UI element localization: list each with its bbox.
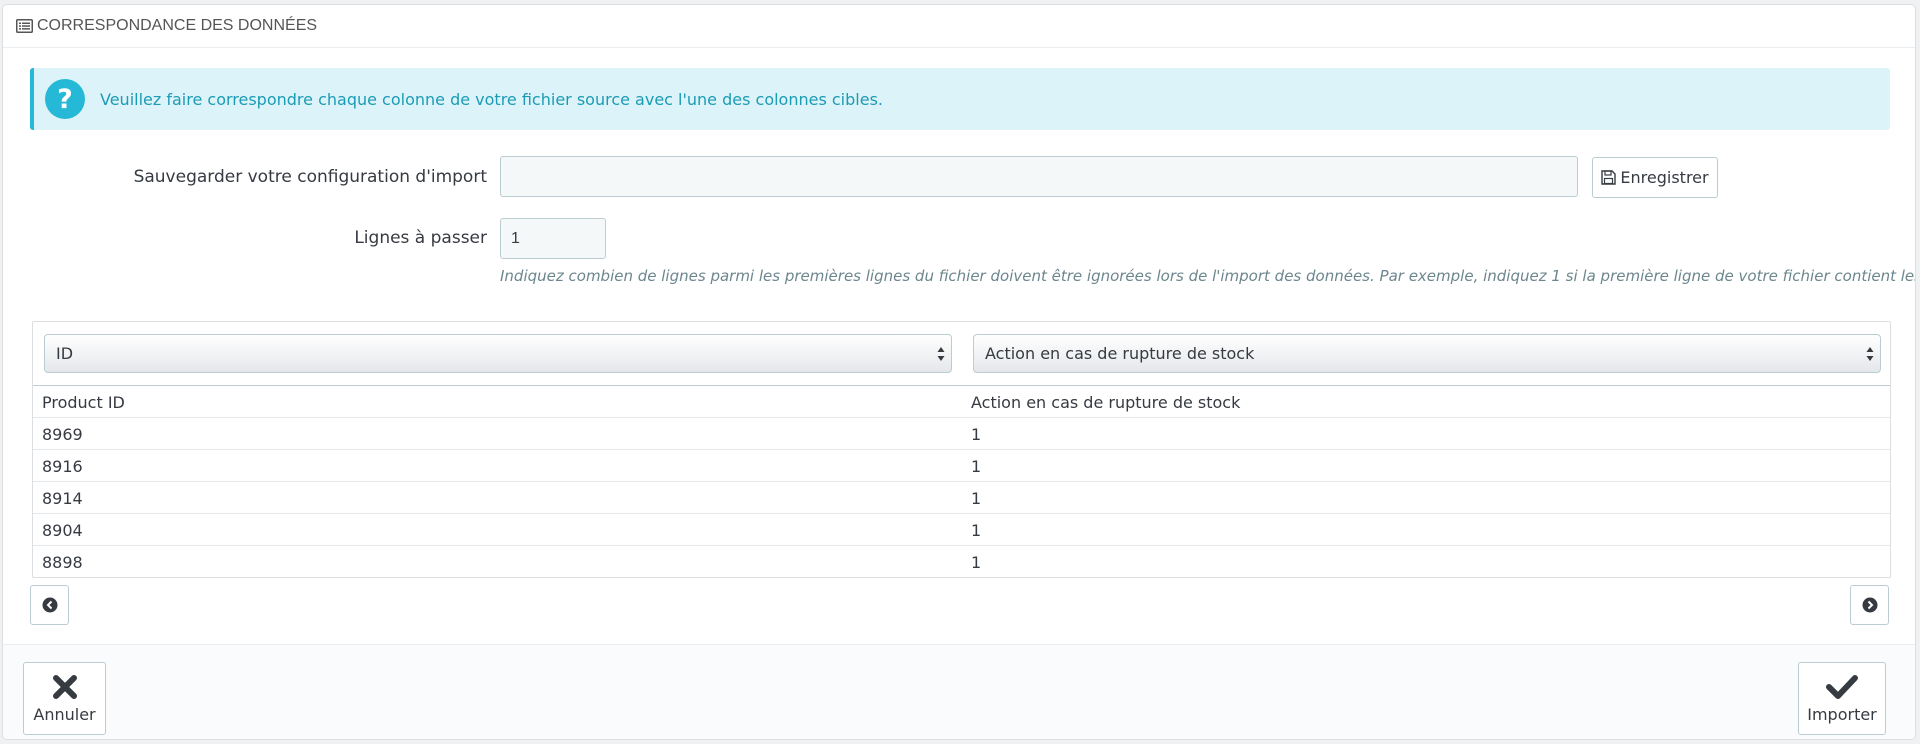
column-select-1[interactable]: ID	[44, 334, 952, 373]
cancel-label: Annuler	[33, 705, 96, 724]
column-select-1-value: ID	[56, 344, 74, 363]
config-name-input[interactable]	[500, 156, 1578, 197]
question-icon: ?	[45, 79, 85, 119]
save-config-button[interactable]: Enregistrer	[1592, 157, 1718, 198]
import-button[interactable]: Importer	[1798, 662, 1886, 735]
config-label: Sauvegarder votre configuration d'import	[133, 167, 487, 187]
panel-footer: Annuler Importer	[3, 644, 1915, 739]
column-select-2[interactable]: Action en cas de rupture de stock	[973, 334, 1881, 373]
table-row: 8969 1	[33, 418, 1890, 450]
column-select-2-value: Action en cas de rupture de stock	[985, 344, 1255, 363]
chevron-left-circle-icon	[42, 597, 57, 613]
data-mapping-panel: CORRESPONDANCE DES DONNÉES ? Veuillez fa…	[2, 4, 1916, 740]
close-icon	[52, 675, 77, 699]
table-cell: 8916	[42, 457, 83, 476]
skip-lines-label: Lignes à passer	[354, 228, 487, 248]
table-cell: 1	[971, 521, 982, 540]
table-cell: 1	[971, 457, 982, 476]
import-label: Importer	[1807, 705, 1877, 724]
table-cell: 1	[971, 425, 982, 444]
select-arrows-icon	[1866, 347, 1874, 361]
table-cell: Product ID	[42, 393, 125, 412]
panel-title: CORRESPONDANCE DES DONNÉES	[37, 17, 318, 34]
skip-lines-help: Indiquez combien de lignes parmi les pre…	[500, 267, 1916, 285]
floppy-disk-icon	[1601, 170, 1617, 185]
alert-text: Veuillez faire correspondre chaque colon…	[100, 89, 883, 109]
panel-heading: CORRESPONDANCE DES DONNÉES	[3, 5, 1915, 48]
table-cell: 1	[971, 553, 982, 572]
select-arrows-icon	[937, 347, 945, 361]
info-alert: ? Veuillez faire correspondre chaque col…	[30, 68, 1890, 130]
check-icon	[1826, 675, 1858, 699]
mapping-table: ID Action en cas de rupture de stock Pro…	[32, 321, 1891, 578]
table-cell: 8904	[42, 521, 83, 540]
save-button-label: Enregistrer	[1620, 168, 1709, 187]
table-cell: 8914	[42, 489, 83, 508]
table-row: 8898 1	[33, 546, 1890, 577]
table-cell: Action en cas de rupture de stock	[971, 393, 1241, 412]
cancel-button[interactable]: Annuler	[23, 662, 106, 735]
previous-columns-button[interactable]	[30, 585, 69, 625]
skip-lines-input[interactable]	[500, 218, 606, 259]
table-cell: 1	[971, 489, 982, 508]
table-row: 8916 1	[33, 450, 1890, 482]
list-icon	[16, 19, 33, 33]
mapping-select-row: ID Action en cas de rupture de stock	[33, 322, 1890, 386]
table-cell: 8969	[42, 425, 83, 444]
table-header-row: Product ID Action en cas de rupture de s…	[33, 386, 1890, 418]
table-cell: 8898	[42, 553, 83, 572]
next-columns-button[interactable]	[1850, 585, 1889, 625]
table-row: 8904 1	[33, 514, 1890, 546]
chevron-right-circle-icon	[1862, 597, 1877, 613]
table-row: 8914 1	[33, 482, 1890, 514]
